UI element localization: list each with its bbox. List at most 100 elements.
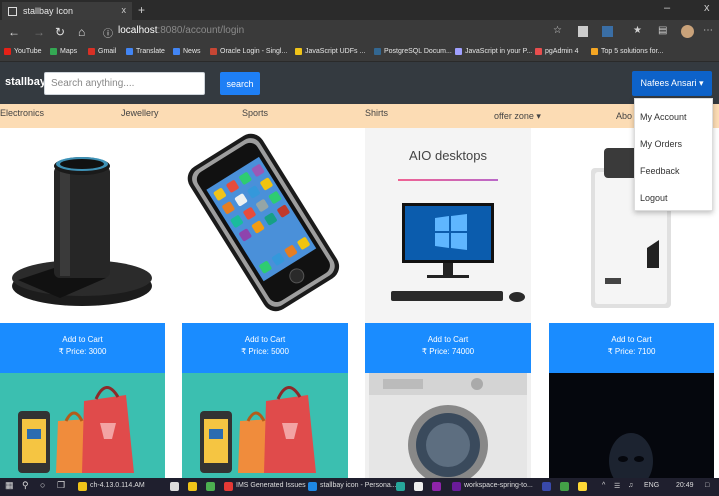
eclipse-icon[interactable] [452,482,461,491]
notification-icon[interactable]: □ [705,482,709,489]
add-to-cart-button[interactable]: Add to Cart ₹ Price: 74000 [365,323,531,373]
clock[interactable]: 20:49 [676,482,694,489]
tray-chevron-icon[interactable]: ^ [602,482,605,489]
product-image-desktop[interactable]: AIO desktops [365,128,531,323]
tab-title: stallbay Icon [23,6,74,16]
menu-item-logout[interactable]: Logout [640,193,668,203]
bookmark-icon [374,48,381,55]
bookmark-item[interactable]: pgAdmin 4 [535,48,578,55]
minimize-icon[interactable]: – [664,2,670,14]
search-input[interactable] [44,72,205,95]
product-price: ₹ Price: 5000 [241,347,289,356]
window-close-icon[interactable]: x [704,2,710,14]
site-navbar: stallbay search Nafees Ansari ▾ [0,62,719,104]
bookmark-icon [126,48,133,55]
taskbar-item[interactable]: stallbay icon - Persona... [320,482,397,489]
bookmark-item[interactable]: JavaScript UDFs ... [295,48,365,55]
bookmark-icon [535,48,542,55]
bookmark-item[interactable]: JavaScript in your P... [455,48,532,55]
add-to-cart-button[interactable]: Add to Cart ₹ Price: 5000 [182,323,348,373]
product-image-washing-machine[interactable] [365,373,531,478]
bookmark-label: News [183,48,201,55]
browser-icon[interactable] [308,482,317,491]
menu-item-my-account[interactable]: My Account [640,112,687,122]
forward-icon[interactable]: → [33,25,45,39]
windows-start-icon[interactable]: ▦ [5,480,14,491]
search-button[interactable]: search [220,72,260,95]
collections-icon[interactable]: ▤ [658,25,667,36]
user-menu-button[interactable]: Nafees Ansari ▾ [632,71,712,96]
add-to-cart-button[interactable]: Add to Cart ₹ Price: 3000 [0,323,165,373]
taskbar-app-icon[interactable] [224,482,233,491]
category-bar: Electronics Jewellery Sports Shirts offe… [0,104,719,128]
back-icon[interactable]: ← [8,25,20,39]
task-view-icon[interactable]: ❐ [57,480,65,491]
more-icon[interactable]: ⋯ [703,25,713,36]
category-sports[interactable]: Sports [242,108,268,118]
favorites-icon[interactable]: ★ [633,25,642,36]
taskbar-app-icon[interactable] [414,482,423,491]
category-electronics[interactable]: Electronics [0,108,44,118]
site-logo[interactable]: stallbay [5,76,46,88]
add-to-cart-button[interactable]: Add to Cart ₹ Price: 7100 [549,323,714,373]
bookmark-icon [295,48,302,55]
browser-tab[interactable]: stallbay Icon x [2,2,132,20]
category-shirts[interactable]: Shirts [365,108,388,118]
taskbar-app-icon[interactable] [432,482,441,491]
network-icon[interactable]: ☰ [614,482,620,490]
volume-icon[interactable]: ♫ [628,482,633,489]
taskbar-app-icon[interactable] [206,482,215,491]
bookmark-icon [4,48,11,55]
category-about[interactable]: Abo [616,111,632,121]
bookmark-icon [591,48,598,55]
bookmark-item[interactable]: Oracle Login - Singl... [210,48,287,55]
bookmark-item[interactable]: PostgreSQL Docum... [374,48,452,55]
bookmark-label: pgAdmin 4 [545,48,579,55]
menu-item-feedback[interactable]: Feedback [640,166,680,176]
bookmark-icon [173,48,180,55]
extension-icon[interactable] [602,26,613,37]
bookmark-label: Gmail [98,48,117,55]
taskbar-app-icon[interactable] [560,482,569,491]
product-image-mask[interactable] [549,373,714,478]
bookmark-item[interactable]: YouTube [4,48,42,55]
phone-illustration [187,133,340,312]
category-jewellery[interactable]: Jewellery [121,108,159,118]
search-icon[interactable]: ⚲ [22,480,29,491]
product-image-smart-speaker[interactable] [0,128,165,323]
new-tab-icon[interactable]: + [138,3,145,17]
browser-tab-strip: stallbay Icon x + – x [0,0,719,20]
product-image-shopping[interactable] [182,373,348,478]
taskbar-app-icon[interactable] [542,482,551,491]
bookmark-item[interactable]: Translate [126,48,165,55]
bookmark-item[interactable]: Top 5 solutions for... [591,48,663,55]
taskbar-item[interactable]: ch-4.13.0.114.AM [90,482,145,489]
cortana-icon[interactable]: ○ [40,480,45,490]
add-to-cart-label: Add to Cart [244,335,286,344]
bookmark-label: Maps [60,48,78,55]
bookmark-item[interactable]: Maps [50,48,77,55]
product-image-phone[interactable] [182,128,348,323]
taskbar-app-icon[interactable] [578,482,587,491]
language-indicator[interactable]: ENG [644,482,659,489]
chevron-down-icon: ▾ [536,111,541,121]
bookmark-item[interactable]: News [173,48,201,55]
taskbar-item[interactable]: workspace-spring-to... [464,482,533,489]
taskbar-item[interactable]: IMS Generated Issues ... [236,482,313,489]
taskbar-app-icon[interactable] [396,482,405,491]
shopping-illustration [200,386,316,473]
profile-avatar[interactable] [681,25,694,38]
bookmark-item[interactable]: Gmail [88,48,116,55]
product-image-shopping[interactable] [0,373,165,478]
home-icon[interactable]: ⌂ [78,25,85,39]
url-field[interactable]: localhost:8080/account/login [118,25,244,36]
tab-close-icon[interactable]: x [122,5,127,15]
info-icon[interactable]: ⓘ [103,25,113,40]
category-offer-zone[interactable]: offer zone ▾ [494,111,541,122]
folder-icon[interactable] [188,482,197,491]
taskbar-app-icon[interactable] [170,482,179,491]
reading-view-icon[interactable] [578,26,588,37]
refresh-icon[interactable]: ↻ [55,25,65,39]
menu-item-my-orders[interactable]: My Orders [640,139,682,149]
star-icon[interactable]: ☆ [553,25,562,36]
